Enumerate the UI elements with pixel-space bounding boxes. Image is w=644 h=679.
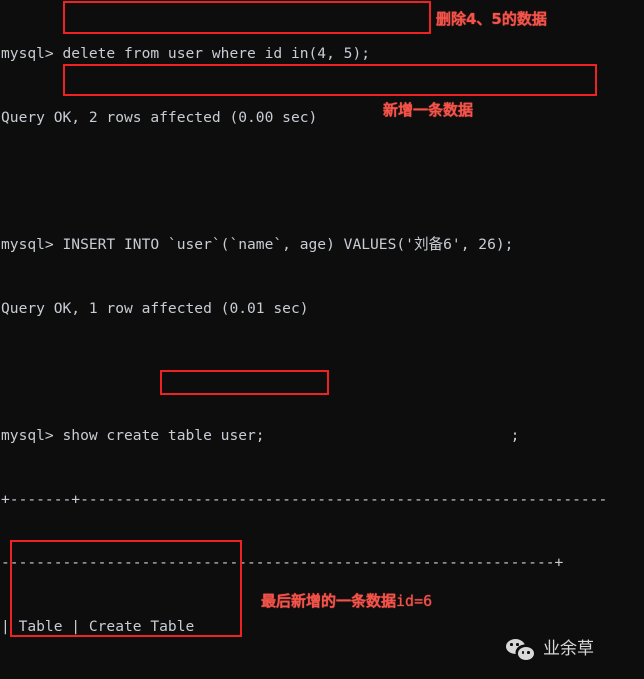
annotation-last-row-id: id=6 [396, 592, 433, 610]
terminal-line: ----------------------------------------… [1, 554, 564, 572]
terminal-line: | Table | Create Table [1, 617, 195, 635]
annotation-last-row-text: 最后新增的一条数据 [261, 592, 397, 610]
annotation-insert-note: 新增一条数据 [383, 101, 474, 119]
terminal-line: +-------+-------------------------------… [1, 490, 608, 508]
terminal-output: mysql> delete from user where id in(4, 5… [1, 1, 607, 679]
terminal-window: mysql> delete from user where id in(4, 5… [0, 0, 644, 679]
wechat-icon [506, 638, 536, 662]
annotation-last-row-note: 最后新增的一条数据id=6 [261, 591, 432, 612]
terminal-line: mysql> show create table user; ; [1, 426, 520, 444]
terminal-line: Query OK, 2 rows affected (0.00 sec) [1, 109, 318, 126]
watermark-label: 业余草 [543, 639, 594, 660]
terminal-line: mysql> INSERT INTO `user`(`name`, age) V… [1, 236, 514, 254]
terminal-line: Query OK, 1 row affected (0.01 sec) [1, 299, 309, 317]
terminal-line: mysql> delete from user where id in(4, 5… [1, 45, 371, 63]
annotation-delete-note: 删除4、5的数据 [436, 10, 547, 28]
watermark: 业余草 [506, 638, 594, 662]
